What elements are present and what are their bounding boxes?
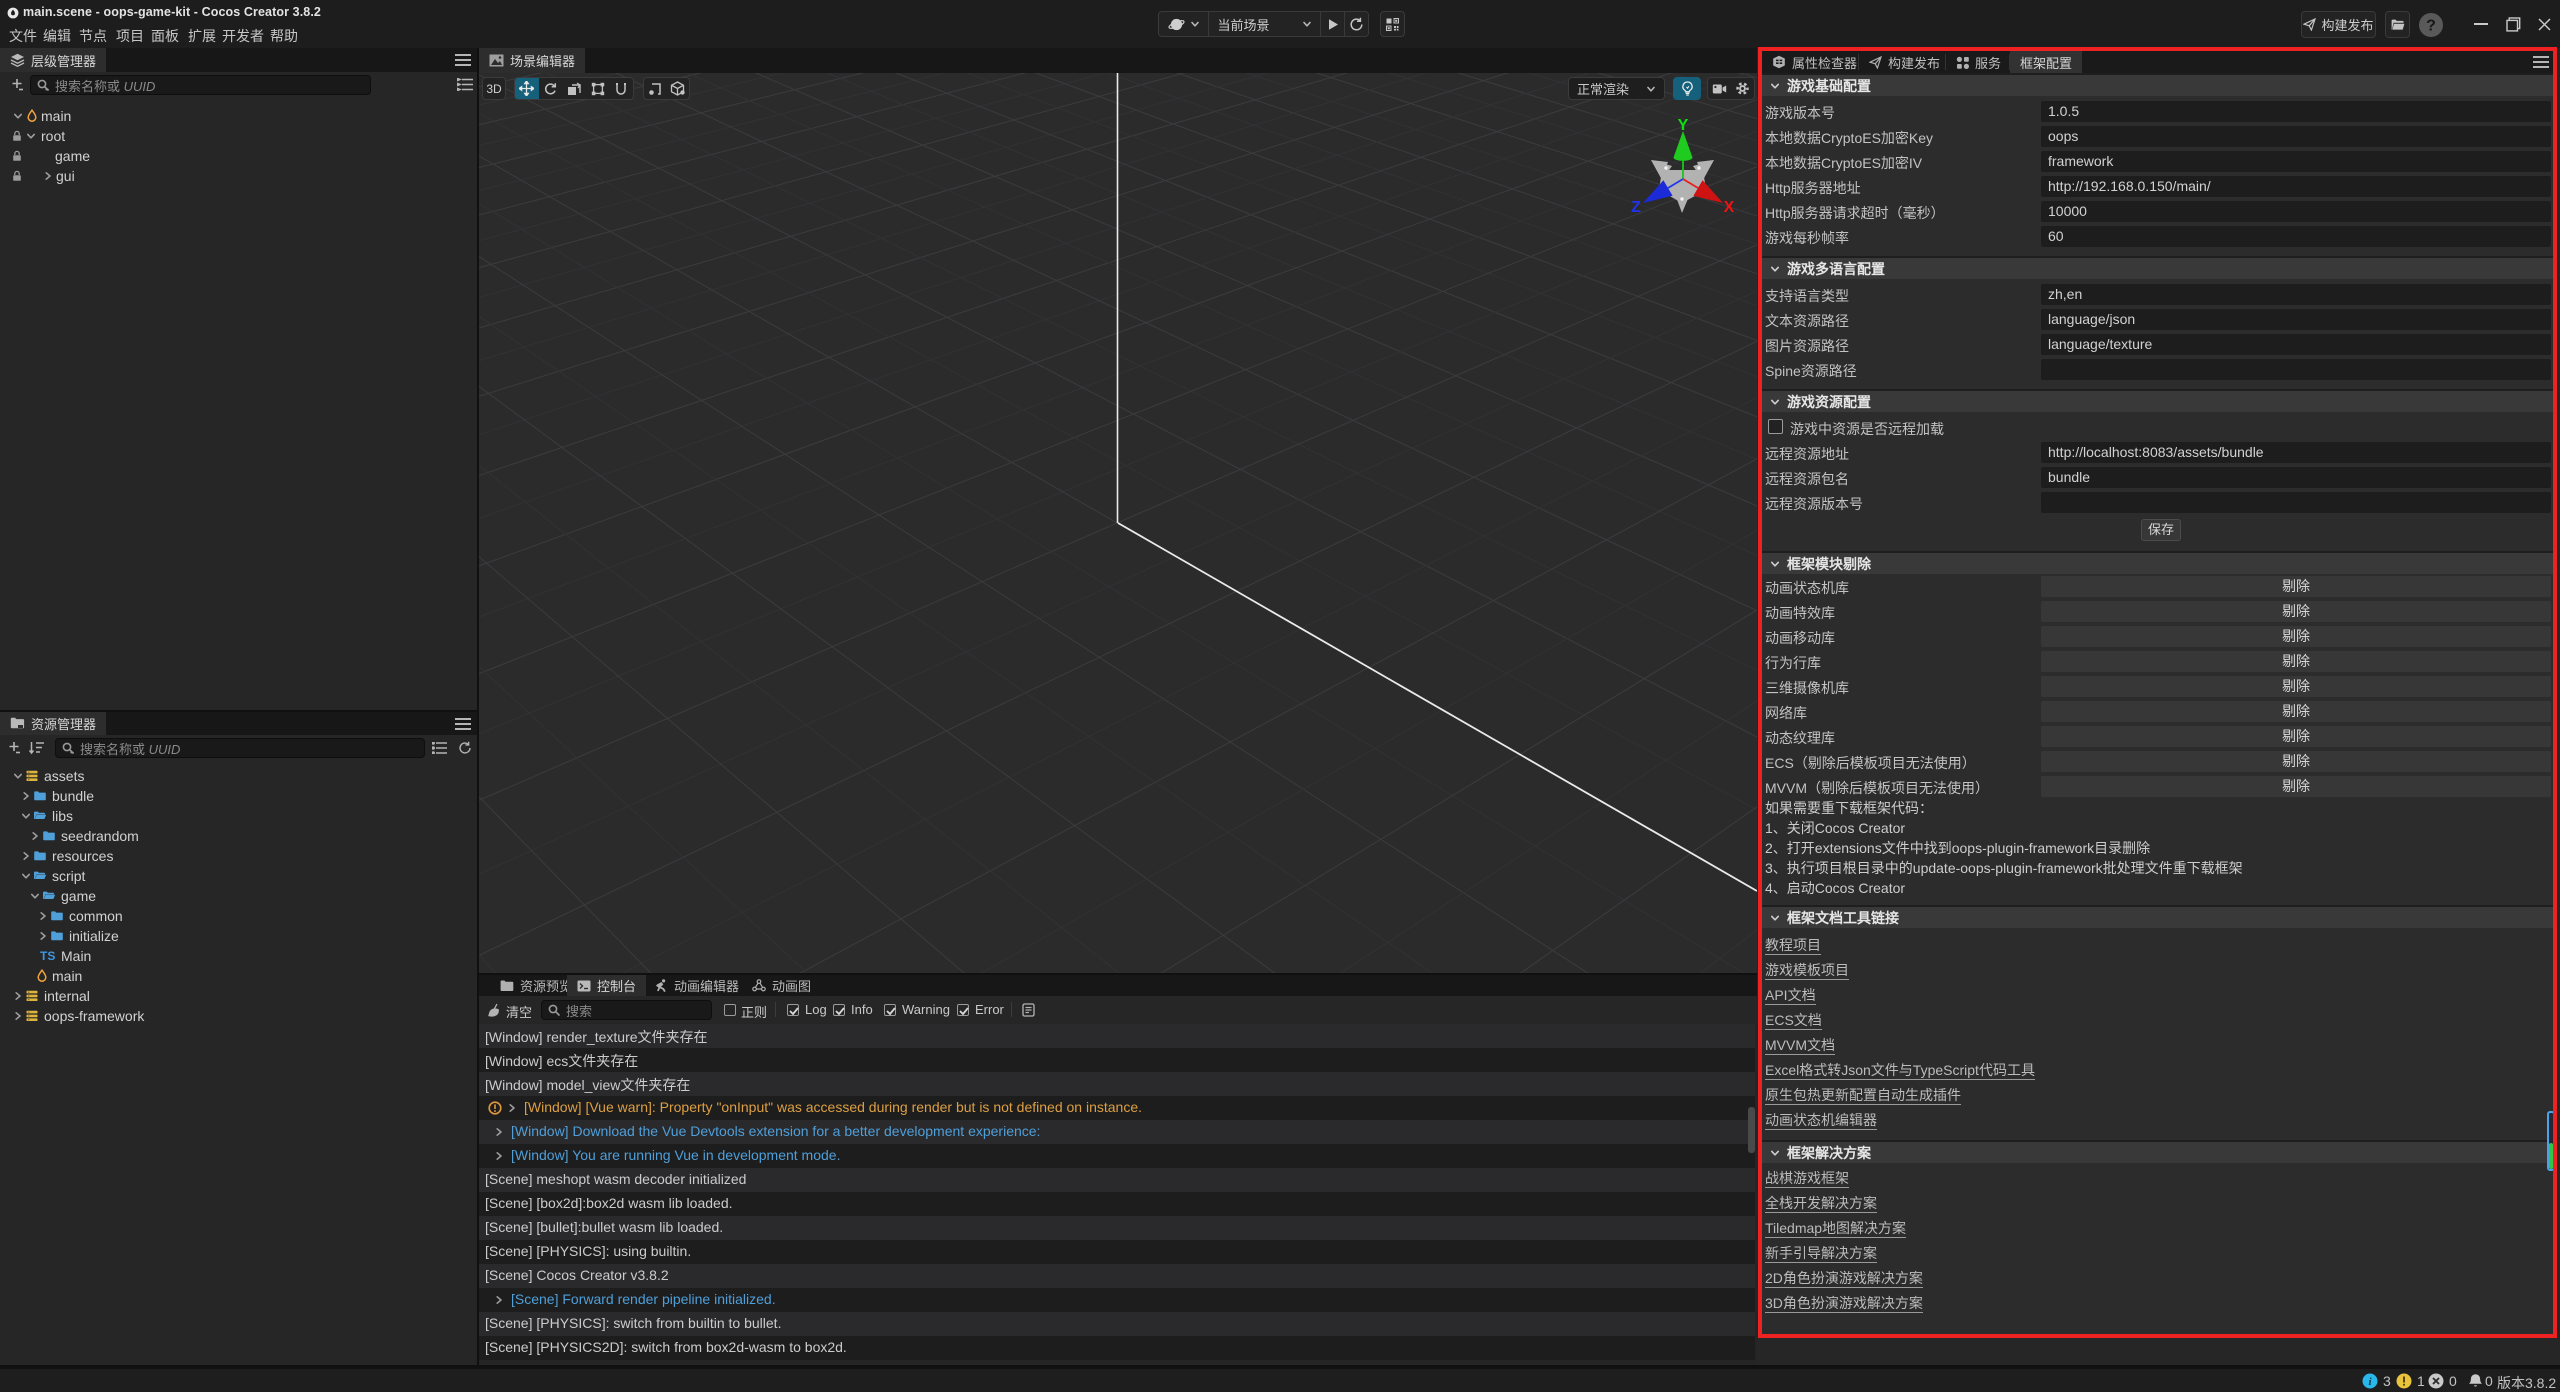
- svg-text:Y: Y: [1678, 117, 1689, 134]
- svg-text:?: ?: [2426, 18, 2436, 35]
- svg-text:Z: Z: [1631, 199, 1641, 216]
- svg-text:X: X: [1724, 199, 1735, 216]
